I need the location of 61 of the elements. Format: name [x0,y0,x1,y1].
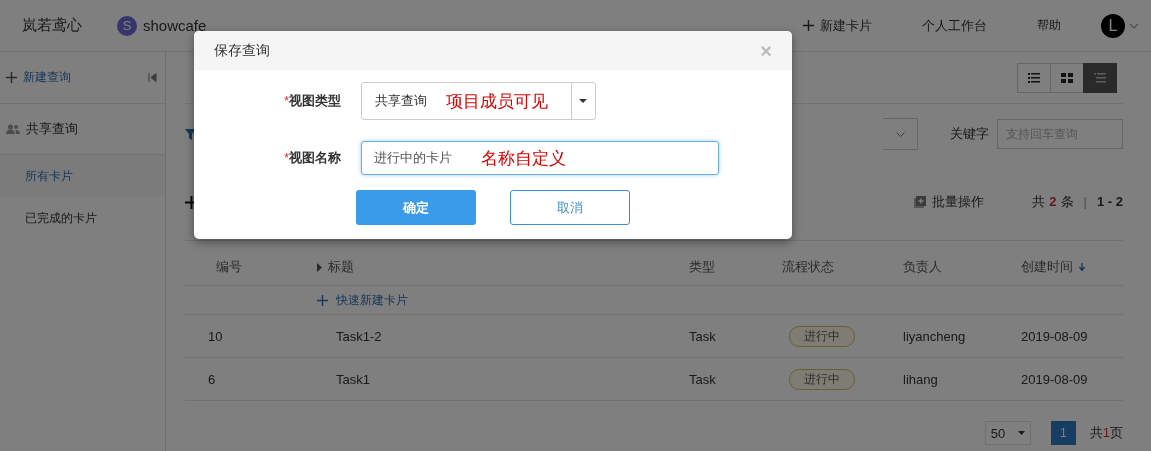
collapse-icon[interactable] [148,73,157,82]
column-header: 负责人 [903,258,943,276]
status-badge: 进行中 [789,325,855,347]
plus-icon [317,294,328,306]
caret-down-icon [1017,431,1025,435]
page-button[interactable]: 1 [1050,421,1076,445]
caret-down-icon [579,99,588,103]
table-cell-text: 2019-08-09 [1021,328,1089,344]
table-cell-text: Task [689,371,717,387]
header-link[interactable]: 个人工作台 [922,16,987,35]
list-view-icon [1028,72,1040,83]
page-count: 共1页 [1089,424,1123,442]
user-avatar[interactable]: L [1101,13,1125,38]
expand-triangle-icon[interactable] [317,262,322,272]
filter-icon[interactable] [185,128,196,140]
sidebar-item[interactable]: 所有卡片 [0,155,165,197]
plus-icon [6,72,17,83]
header-link[interactable]: 帮助 [1037,17,1061,34]
confirm-button[interactable]: 确定 [356,190,476,225]
column-header[interactable]: 创建时间 [1021,258,1123,276]
sort-arrow-icon[interactable] [1079,263,1085,271]
grid-view-icon [1061,72,1073,83]
field-label: *视图类型 [282,92,341,110]
plus-icon [803,20,814,31]
table-cell[interactable]: Task1 [317,371,689,387]
view-type-select[interactable]: 共享查询 项目成员可见 [361,82,596,120]
field-label: *视图名称 [282,149,341,167]
table-cell[interactable]: Task1-2 [317,328,689,344]
column-header: 编号 [215,258,243,276]
table-cell-text: 2019-08-09 [1021,371,1089,387]
column-header: 流程状态 [782,258,835,276]
project-name[interactable]: showcafe [143,17,207,34]
chevron-down-icon [895,131,905,137]
column-header: 标题 [317,258,689,276]
dialog-title: 保存查询 [214,41,270,60]
table-cell-text: liyancheng [903,328,967,344]
table-cell-text: lihang [903,371,939,387]
annotation-text: 名称自定义 [481,147,566,170]
annotation-text: 项目成员可见 [446,90,548,113]
table-cell-text: 10 [207,328,224,344]
quick-add-link[interactable]: 快速新建卡片 [317,291,689,309]
add-square-icon [914,196,927,208]
project-avatar: S [117,15,137,36]
table-cell-text: Task [689,328,717,344]
column-header: 类型 [689,258,716,276]
sidebar-group-title: 共享查询 [26,120,78,138]
view-toggle-button[interactable] [1083,62,1117,93]
page-size-select[interactable]: 50 [984,421,1031,445]
new-query-link[interactable]: 新建查询 [23,69,142,86]
keyword-label: 关键字 [950,125,989,143]
record-count: 共 2 条 | 1 - 2 [1032,193,1123,211]
table-cell-text: 6 [207,371,217,387]
cancel-button[interactable]: 取消 [510,190,630,225]
status-badge: 进行中 [789,368,855,390]
sidebar-item[interactable]: 已完成的卡片 [0,197,165,239]
chevron-down-icon[interactable] [1129,22,1139,29]
people-icon [6,124,20,134]
batch-operation-button[interactable]: 批量操作 [914,193,985,211]
new-card-link[interactable]: 新建卡片 [803,16,872,35]
brand-name: 岚若鸢心 [22,16,82,35]
detail-list-icon [1094,72,1106,83]
